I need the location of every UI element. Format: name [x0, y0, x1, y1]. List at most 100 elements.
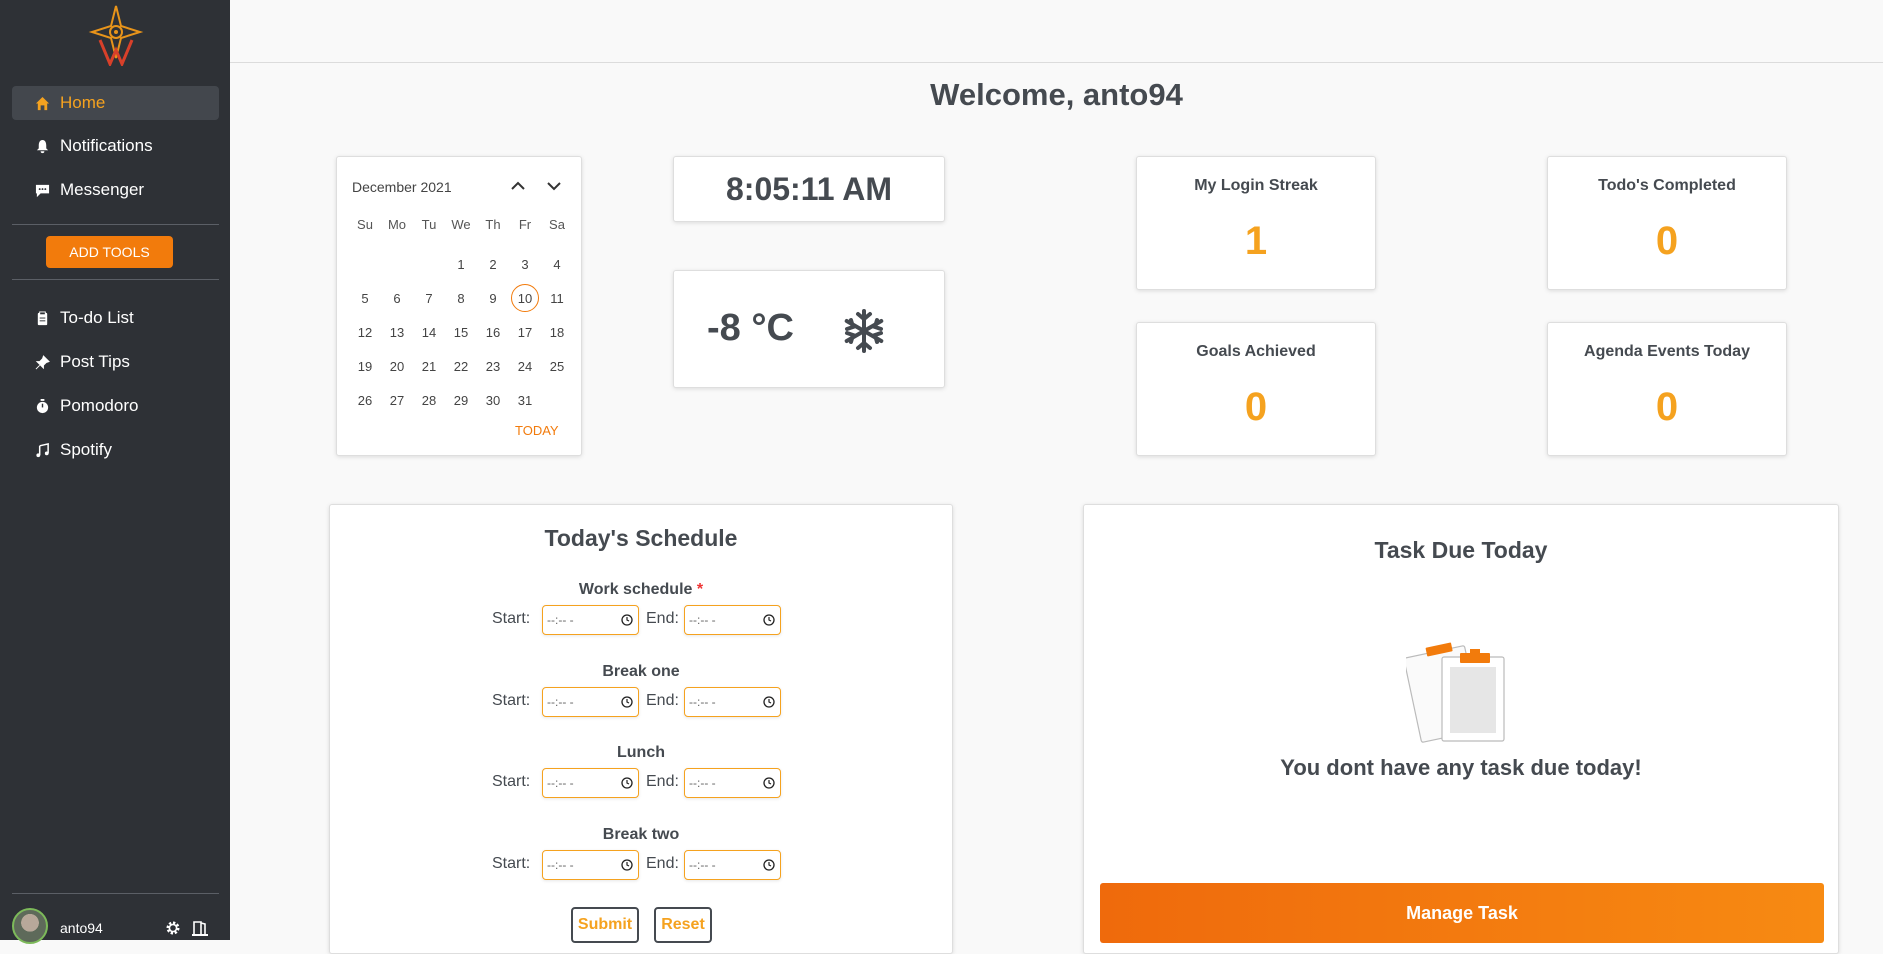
calendar-today-button[interactable]: TODAY [515, 423, 559, 438]
calendar-day[interactable]: 17 [518, 325, 532, 340]
weather-widget: -8 °C [673, 270, 945, 388]
calendar-day[interactable]: 6 [393, 291, 400, 306]
calendar-day[interactable]: 21 [422, 359, 436, 374]
nav-label: Spotify [60, 440, 112, 459]
calendar-day[interactable]: 18 [550, 325, 564, 340]
chevron-down-icon[interactable] [543, 175, 565, 197]
clock-icon[interactable] [621, 614, 633, 626]
calendar-day[interactable]: 15 [454, 325, 468, 340]
calendar-day[interactable]: 14 [422, 325, 436, 340]
clock-time: 8:05:11 AM [726, 170, 892, 207]
clock-icon[interactable] [621, 859, 633, 871]
calendar-day-cell: 30 [477, 383, 509, 417]
break-one-end-input[interactable]: --:-- - [684, 687, 781, 717]
calendar-day-cell: 29 [445, 383, 477, 417]
stat-value: 1 [1244, 219, 1268, 263]
nav-item-post-tips[interactable]: Post Tips [12, 345, 219, 379]
clock-icon[interactable] [763, 859, 775, 871]
schedule-title: Today's Schedule [544, 525, 738, 551]
calendar-day[interactable]: 19 [358, 359, 372, 374]
nav-item-home[interactable]: Home [12, 86, 219, 120]
clock-icon[interactable] [763, 614, 775, 626]
calendar-day[interactable]: 30 [486, 393, 500, 408]
nav-item-notifications[interactable]: Notifications [12, 129, 219, 163]
calendar-day[interactable]: 4 [553, 257, 560, 272]
calendar-day-cell: 8 [445, 281, 477, 315]
calendar-day[interactable]: 29 [454, 393, 468, 408]
calendar-day[interactable]: 26 [358, 393, 372, 408]
calendar-day[interactable]: 20 [390, 359, 404, 374]
calendar-day[interactable]: 28 [422, 393, 436, 408]
add-tools-button[interactable]: ADD TOOLS [46, 236, 173, 268]
calendar-widget: December 2021 Su Mo Tu We Th Fr Sa 1 2 3 4 5 6 7 8 9 10 1… [336, 156, 582, 456]
calendar-day-cell: 1 [445, 247, 477, 281]
clock-icon[interactable] [763, 777, 775, 789]
schedule-group-lunch: Lunch Start: --:-- - End: --:-- - [330, 744, 952, 798]
calendar-day[interactable]: 12 [358, 325, 372, 340]
login-streak-card: My Login Streak 1 [1136, 156, 1376, 290]
logout-icon[interactable] [192, 920, 208, 936]
lunch-start-input[interactable]: --:-- - [542, 768, 639, 798]
calendar-day[interactable]: 13 [390, 325, 404, 340]
calendar-day[interactable]: 31 [518, 393, 532, 408]
sidebar-divider [12, 224, 219, 225]
calendar-blank [413, 247, 445, 281]
calendar-day[interactable]: 16 [486, 325, 500, 340]
empty-task-message: You dont have any task due today! [1280, 755, 1642, 780]
stat-value: 0 [1655, 385, 1679, 429]
calendar-day[interactable]: 22 [454, 359, 468, 374]
lunch-end-input[interactable]: --:-- - [684, 768, 781, 798]
end-label: End: [646, 692, 679, 709]
sidebar-divider [12, 893, 219, 894]
clock-icon[interactable] [621, 696, 633, 708]
calendar-day[interactable]: 5 [361, 291, 368, 306]
required-marker: * [696, 581, 704, 598]
stat-label: Todo's Completed [1598, 177, 1736, 194]
calendar-day[interactable]: 11 [550, 291, 564, 306]
agenda-events-card: Agenda Events Today 0 [1547, 322, 1787, 456]
calendar-day[interactable]: 3 [521, 257, 528, 272]
user-avatar[interactable] [12, 908, 48, 944]
nav-label: Pomodoro [60, 396, 139, 415]
calendar-day[interactable]: 24 [518, 359, 532, 374]
calendar-day-cell: 6 [381, 281, 413, 315]
clock-icon[interactable] [763, 696, 775, 708]
gear-icon[interactable] [165, 920, 181, 936]
calendar-day[interactable]: 27 [390, 393, 404, 408]
work-end-input[interactable]: --:-- - [684, 605, 781, 635]
app-logo-icon[interactable] [88, 4, 144, 66]
calendar-day-cell: 10 [509, 281, 541, 315]
calendar-month-label[interactable]: December 2021 [352, 179, 452, 195]
stat-value: 0 [1244, 385, 1268, 429]
nav-item-spotify[interactable]: Spotify [12, 433, 219, 467]
break-two-start-input[interactable]: --:-- - [542, 850, 639, 880]
calendar-day-cell: 4 [541, 247, 573, 281]
calendar-day[interactable]: 25 [550, 359, 564, 374]
calendar-day[interactable]: 1 [457, 257, 464, 272]
pin-icon [34, 354, 50, 370]
calendar-day[interactable]: 2 [489, 257, 496, 272]
work-start-input[interactable]: --:-- - [542, 605, 639, 635]
home-icon [34, 95, 50, 111]
bell-icon [34, 138, 50, 154]
calendar-day-cell: 7 [413, 281, 445, 315]
task-due-card: Task Due Today You dont have any task du… [1083, 504, 1839, 954]
break-one-start-input[interactable]: --:-- - [542, 687, 639, 717]
submit-button[interactable]: Submit [571, 907, 639, 943]
time-row: Start: --:-- - End: --:-- - [330, 768, 952, 798]
calendar-day-selected[interactable]: 10 [511, 284, 539, 312]
nav-item-pomodoro[interactable]: Pomodoro [12, 389, 219, 423]
manage-task-button[interactable]: Manage Task [1100, 883, 1824, 943]
calendar-day[interactable]: 7 [425, 291, 432, 306]
group-label: Work schedule [578, 581, 693, 598]
chevron-up-icon[interactable] [507, 175, 529, 197]
reset-button[interactable]: Reset [654, 907, 712, 943]
stat-label: My Login Streak [1194, 177, 1318, 194]
break-two-end-input[interactable]: --:-- - [684, 850, 781, 880]
nav-item-messenger[interactable]: Messenger [12, 173, 219, 207]
calendar-day[interactable]: 9 [489, 291, 496, 306]
calendar-day[interactable]: 8 [457, 291, 464, 306]
nav-item-todo-list[interactable]: To-do List [12, 301, 219, 335]
clock-icon[interactable] [621, 777, 633, 789]
calendar-day[interactable]: 23 [486, 359, 500, 374]
